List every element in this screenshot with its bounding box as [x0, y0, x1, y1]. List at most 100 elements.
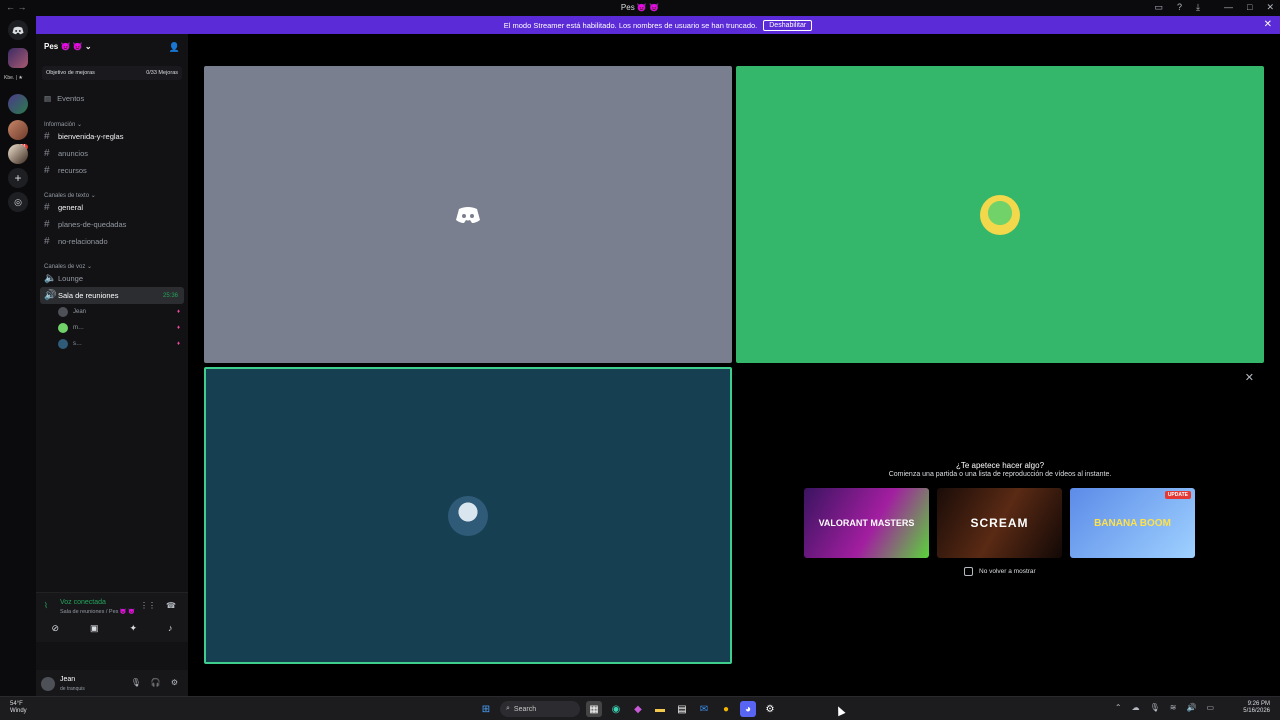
mail-icon[interactable]: ✉ [696, 701, 712, 717]
compass-icon[interactable]: ◎ [8, 192, 28, 212]
server-icon-active[interactable] [8, 94, 28, 114]
maximize-button[interactable]: □ [1247, 2, 1252, 13]
chrome-icon[interactable]: ● [718, 701, 734, 717]
close-icon[interactable]: ✕ [1245, 371, 1254, 384]
camera-off-icon[interactable]: ⊘ [51, 623, 59, 634]
boost-label: Objetivo de mejoras [46, 70, 95, 76]
chevron-up-icon[interactable]: ⌃ [1115, 703, 1122, 712]
boost-count: 0/33 Mejoras [146, 70, 178, 76]
volume-icon[interactable]: 🔊 [1186, 703, 1196, 712]
voice-user[interactable]: m… ♦ [58, 320, 188, 336]
microphone-icon[interactable]: 🎙 [131, 678, 141, 687]
download-icon[interactable]: ⤓ [1196, 2, 1200, 13]
channel-recursos[interactable]: # recursos [44, 162, 188, 179]
calendar-icon: ▤ [44, 94, 52, 103]
signal-icon: ⌇ [44, 601, 48, 610]
category-voice[interactable]: Canales de voz ⌄ [44, 263, 188, 270]
channel-planes[interactable]: # planes-de-quedadas [44, 216, 188, 233]
soundboard-icon[interactable]: ♪ [168, 623, 173, 634]
clock[interactable]: 9:26 PM 5/16/2026 [1243, 701, 1270, 715]
battery-icon[interactable]: ▭ [1206, 703, 1214, 712]
gear-icon[interactable]: ⚙ [171, 678, 178, 687]
copilot-icon[interactable]: ◆ [630, 701, 646, 717]
voice-user[interactable]: Jean ♦ [58, 304, 188, 320]
microphone-tray-icon[interactable]: 🎙 [1150, 703, 1160, 712]
server-header[interactable]: Pes 👿 👿 ⌄ 👤 [36, 34, 188, 58]
banner-close-icon[interactable]: ✕ [1264, 19, 1272, 30]
headphones-icon[interactable]: 🎧 [151, 678, 161, 687]
edge-icon[interactable]: ◉ [608, 701, 624, 717]
avatar [58, 339, 68, 349]
disconnect-icon[interactable]: ☎ [166, 601, 176, 610]
server-icon[interactable] [8, 144, 28, 164]
avatar [58, 323, 68, 333]
user-status: de tranquis [60, 686, 85, 692]
server-tag: Kbe. | ★ [4, 75, 23, 81]
channel-sidebar: Pes 👿 👿 ⌄ 👤 Objetivo de mejoras 0/33 Mej… [36, 34, 188, 696]
app-icon[interactable]: ⚙ [762, 701, 778, 717]
voice-stage: ✕ ¿Te apetece hacer algo? Comienza una p… [188, 34, 1280, 696]
disable-streamer-button[interactable]: Deshabilitar [763, 19, 813, 31]
add-server-icon[interactable]: + [8, 168, 28, 188]
hash-icon: # [44, 219, 50, 230]
events-item[interactable]: ▤ Eventos [44, 94, 188, 103]
user-panel: Jean de tranquis 🎙 🎧 ⚙ [36, 670, 188, 696]
discord-icon [456, 206, 480, 223]
participant-tile-speaking[interactable] [204, 367, 732, 664]
discord-icon[interactable] [8, 20, 28, 40]
category-info[interactable]: Información ⌄ [44, 121, 188, 128]
window-title: Pes 👿 👿 [620, 3, 660, 12]
avatar [980, 194, 1020, 235]
weather-widget[interactable]: 54°F Windy [10, 701, 27, 715]
hash-icon: # [44, 148, 50, 159]
boost-goal[interactable]: Objetivo de mejoras 0/33 Mejoras [42, 66, 182, 80]
voice-channel-room[interactable]: 🔊 Sala de reuniones 25:36 [40, 287, 184, 304]
streamer-icon: ♦ [176, 341, 180, 347]
activity-question: ¿Te apetece hacer algo? [955, 461, 1045, 470]
file-explorer-icon[interactable]: ▬ [652, 701, 668, 717]
participant-tile[interactable] [736, 66, 1264, 363]
cloud-icon[interactable]: ☁ [1132, 703, 1140, 712]
voice-channel-lounge[interactable]: 🔈 Lounge [44, 270, 188, 287]
window-titlebar: ← → Pes 👿 👿 ▭ ? ⤓ — □ ✕ [0, 0, 1280, 16]
inbox-icon[interactable]: ▭ [1154, 2, 1163, 13]
add-member-icon[interactable]: 👤 [169, 42, 180, 53]
dont-show-again[interactable]: No volver a mostrar [964, 567, 1036, 576]
speaker-icon: 🔈 [44, 273, 57, 284]
channel-general[interactable]: # general [44, 199, 188, 216]
channel-bienvenida[interactable]: # bienvenida-y-reglas [44, 128, 188, 145]
noise-suppression-icon[interactable]: ⋮⋮ [140, 601, 156, 610]
speaker-icon: 🔊 [44, 290, 57, 301]
discord-taskbar-icon[interactable]: ◕ [740, 701, 756, 717]
game-card-banana[interactable]: BANANA BOOM UPDATE [1070, 488, 1195, 558]
minimize-button[interactable]: — [1224, 2, 1233, 13]
help-icon[interactable]: ? [1177, 2, 1182, 13]
voice-connection-panel: ⌇ Voz conectada Sala de reuniones / Pes … [36, 592, 188, 642]
screen-share-icon[interactable]: ▣ [90, 623, 99, 634]
participant-tile[interactable] [204, 66, 732, 363]
hash-icon: # [44, 202, 50, 213]
wifi-icon[interactable]: ≋ [1170, 703, 1177, 712]
category-text[interactable]: Canales de texto ⌄ [44, 192, 188, 199]
avatar[interactable] [41, 677, 55, 691]
search-box[interactable]: ⌕ Search [500, 701, 580, 717]
channel-no-relacionado[interactable]: # no-relacionado [44, 233, 188, 250]
voice-status[interactable]: Voz conectada [60, 599, 106, 606]
activities-icon[interactable]: ✦ [129, 623, 137, 634]
streamer-icon: ♦ [176, 325, 180, 331]
events-label: Eventos [57, 94, 85, 103]
checkbox[interactable] [964, 567, 973, 576]
server-icon[interactable] [8, 120, 28, 140]
user-name[interactable]: Jean [60, 676, 75, 683]
game-card-scream[interactable]: SCREAM [937, 488, 1062, 558]
server-icon[interactable] [8, 48, 28, 68]
channel-anuncios[interactable]: # anuncios [44, 145, 188, 162]
voice-user[interactable]: s… ♦ [58, 336, 188, 352]
game-card-valorant[interactable]: VALORANT MASTERS [804, 488, 929, 558]
hash-icon: # [44, 236, 50, 247]
widgets-icon[interactable]: ▦ [586, 701, 602, 717]
close-window-button[interactable]: ✕ [1266, 2, 1274, 13]
windows-start-icon[interactable]: ⊞ [478, 701, 494, 717]
streamer-icon: ♦ [176, 309, 180, 315]
store-icon[interactable]: ▤ [674, 701, 690, 717]
